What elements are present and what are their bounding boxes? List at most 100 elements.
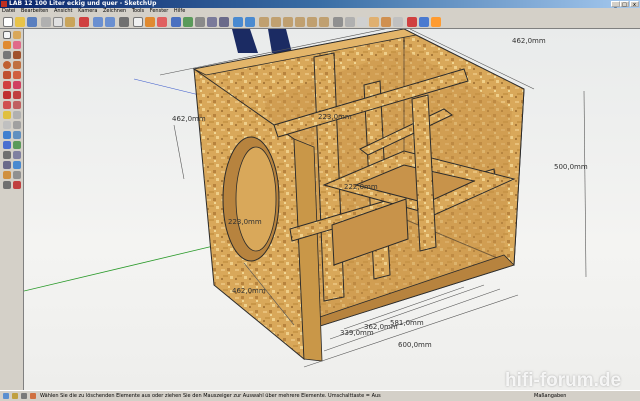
dim-inner-b: 223,0mm [318,113,352,121]
dim-inner-a: 223,0mm [228,218,262,226]
redo-icon[interactable] [105,17,115,27]
rectangle-tool-icon[interactable] [3,51,11,59]
arc-tool-icon[interactable] [13,61,21,69]
pan-tool-icon[interactable] [13,141,21,149]
freehand-tool-icon[interactable] [13,71,21,79]
menu-bar: Datei Bearbeiten Ansicht Kamera Zeichnen… [0,8,640,15]
dim-inner-c: 222,0mm [344,183,378,191]
background-post [268,29,292,53]
window-title: LAB 12 100 Liter eckig und quer - Sketch… [9,0,157,7]
geo-location-icon[interactable] [3,393,9,399]
main-toolbar [0,15,640,29]
dim-front-depth: 462,0mm [232,287,266,295]
menu-ansicht[interactable]: Ansicht [52,8,74,15]
top-view-icon[interactable] [271,17,281,27]
components-icon[interactable] [419,17,429,27]
section-plane-icon[interactable] [407,17,417,27]
look-around-tool-icon[interactable] [3,181,11,189]
menu-kamera[interactable]: Kamera [76,8,99,15]
dim-left-depth: 462,0mm [172,115,206,123]
zoom-extents-icon[interactable] [219,17,229,27]
next-view-icon[interactable] [245,17,255,27]
zoom-tool-icon[interactable] [3,151,11,159]
menu-bearbeiten[interactable]: Bearbeiten [19,8,50,15]
dim-top-depth: 462,0mm [512,37,546,45]
erase-icon[interactable] [79,17,89,27]
dim-inner-e: 581,0mm [390,319,424,327]
polygon-tool-icon[interactable] [3,71,11,79]
right-view-icon[interactable] [295,17,305,27]
menu-tools[interactable]: Tools [130,8,146,15]
make-component-icon[interactable] [13,31,21,39]
zoom-extents-tool-icon[interactable] [3,161,11,169]
pan-icon[interactable] [183,17,193,27]
axes-tool-icon[interactable] [3,131,11,139]
shadows-icon[interactable] [431,17,441,27]
zoom-window-tool-icon[interactable] [13,151,21,159]
menu-hilfe[interactable]: Hilfe [172,8,187,15]
section-plane-tool-icon[interactable] [13,181,21,189]
previous-view-icon[interactable] [233,17,243,27]
hidden-line-icon[interactable] [357,17,367,27]
cut-icon[interactable] [41,17,51,27]
select-arrow-icon[interactable] [133,17,143,27]
credits-icon[interactable] [12,393,18,399]
rotate-tool-icon[interactable] [3,91,11,99]
minimize-button[interactable]: _ [611,1,620,8]
3d-text-tool-icon[interactable] [13,131,21,139]
paint-tool-icon[interactable] [3,41,11,49]
position-camera-tool-icon[interactable] [3,171,11,179]
open-folder-icon[interactable] [15,17,25,27]
paste-icon[interactable] [65,17,75,27]
zoom-icon[interactable] [195,17,205,27]
maximize-button[interactable]: □ [620,1,629,8]
move-tool-icon[interactable] [3,81,11,89]
eraser-tool-icon[interactable] [13,41,21,49]
iso-view-icon[interactable] [259,17,269,27]
tape-measure-tool-icon[interactable] [3,111,11,119]
line-tool-icon[interactable] [13,51,21,59]
undo-icon[interactable] [93,17,103,27]
shaded-textures-icon[interactable] [381,17,391,27]
menu-zeichnen[interactable]: Zeichnen [101,8,128,15]
orbit-icon[interactable] [171,17,181,27]
offset-tool-icon[interactable] [13,101,21,109]
wireframe-icon[interactable] [345,17,355,27]
eraser-icon[interactable] [157,17,167,27]
dim-inner-f: 339,0mm [340,329,374,337]
zoom-window-icon[interactable] [207,17,217,27]
print-icon[interactable] [119,17,129,27]
background-post [232,29,258,53]
previous-tool-icon[interactable] [13,161,21,169]
watermark-text: hifi-forum.de [505,370,622,391]
text-tool-icon[interactable] [13,121,21,129]
walk-tool-icon[interactable] [13,171,21,179]
tool-palette [0,29,24,390]
orbit-tool-icon[interactable] [3,141,11,149]
protractor-tool-icon[interactable] [3,121,11,129]
shaded-icon[interactable] [369,17,379,27]
follow-me-tool-icon[interactable] [13,91,21,99]
viewport-3d[interactable]: 462,0mm 500,0mm 462,0mm 462,0mm 223,0mm … [24,29,640,390]
help-icon[interactable] [21,393,27,399]
scale-tool-icon[interactable] [3,101,11,109]
copy-icon[interactable] [53,17,63,27]
menu-fenster[interactable]: Fenster [148,8,171,15]
instructor-icon[interactable] [30,393,36,399]
left-view-icon[interactable] [319,17,329,27]
push-pull-tool-icon[interactable] [13,81,21,89]
menu-datei[interactable]: Datei [0,8,17,15]
dim-width: 600,0mm [398,341,432,349]
dimension-tool-icon[interactable] [13,111,21,119]
circle-tool-icon[interactable] [3,61,11,69]
monochrome-icon[interactable] [393,17,403,27]
xray-icon[interactable] [333,17,343,27]
save-icon[interactable] [27,17,37,27]
new-file-icon[interactable] [3,17,13,27]
paint-bucket-icon[interactable] [145,17,155,27]
back-view-icon[interactable] [307,17,317,27]
front-view-icon[interactable] [283,17,293,27]
close-button[interactable]: x [630,1,639,8]
sketchup-app-icon [1,1,7,7]
select-tool-icon[interactable] [3,31,11,39]
